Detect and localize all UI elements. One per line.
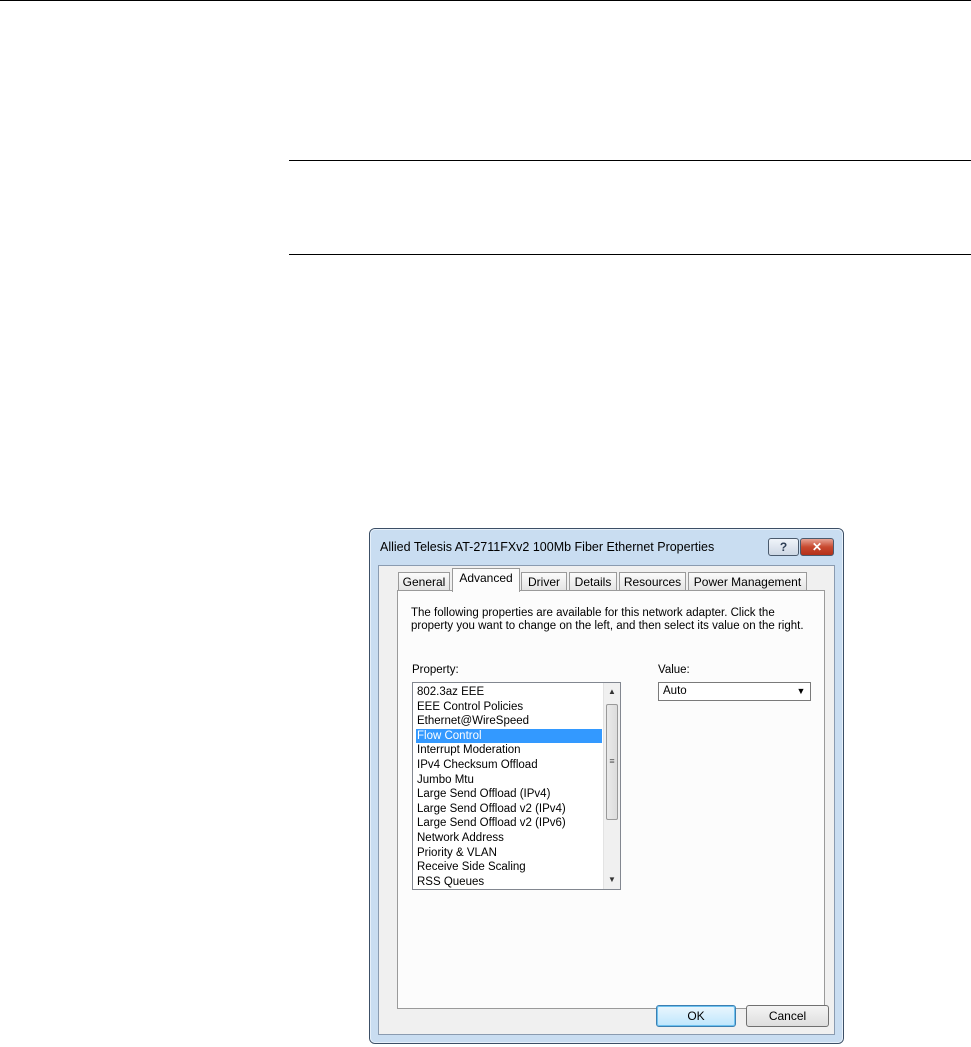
property-label: Property: (412, 664, 459, 676)
list-item[interactable]: Large Send Offload v2 (IPv6) (416, 816, 602, 831)
value-dropdown-selected: Auto (663, 685, 687, 697)
top-page-rule (0, 0, 971, 1)
list-item[interactable]: 802.3az EEE (416, 685, 602, 700)
list-item[interactable]: Receive Side Scaling (416, 860, 602, 875)
scroll-down-arrow-icon[interactable]: ▼ (604, 872, 620, 888)
list-item[interactable]: EEE Control Policies (416, 700, 602, 715)
property-list[interactable]: 802.3az EEE EEE Control Policies Etherne… (412, 682, 621, 890)
tab-resources[interactable]: Resources (619, 572, 686, 591)
list-item[interactable]: IPv4 Checksum Offload (416, 758, 602, 773)
scroll-up-arrow-icon[interactable]: ▲ (604, 684, 620, 700)
scroll-thumb[interactable]: ≡ (606, 704, 618, 820)
tab-power-management[interactable]: Power Management (688, 572, 807, 591)
tab-driver[interactable]: Driver (521, 572, 567, 591)
list-item[interactable]: RSS Queues (416, 875, 602, 889)
list-item[interactable]: Large Send Offload v2 (IPv4) (416, 802, 602, 817)
tab-general[interactable]: General (398, 572, 450, 591)
tab-advanced[interactable]: Advanced (452, 568, 520, 592)
value-label: Value: (658, 664, 690, 676)
help-button[interactable]: ? (768, 538, 799, 556)
properties-dialog: Allied Telesis AT-2711FXv2 100Mb Fiber E… (369, 528, 844, 1044)
help-icon: ? (779, 540, 788, 554)
list-item[interactable]: Large Send Offload (IPv4) (416, 787, 602, 802)
advanced-tab-panel: The following properties are available f… (397, 590, 825, 1009)
chevron-down-icon[interactable]: ▼ (793, 684, 809, 699)
tab-details[interactable]: Details (569, 572, 617, 591)
list-item-selected[interactable]: Flow Control (416, 728, 602, 744)
grip-icon: ≡ (609, 756, 615, 766)
value-dropdown[interactable]: Auto ▼ (658, 682, 811, 701)
list-item[interactable]: Interrupt Moderation (416, 743, 602, 758)
dialog-title: Allied Telesis AT-2711FXv2 100Mb Fiber E… (380, 540, 715, 554)
section-rule-lower (289, 254, 971, 255)
list-item[interactable]: Priority & VLAN (416, 846, 602, 861)
list-item[interactable]: Ethernet@WireSpeed (416, 714, 602, 729)
list-item[interactable]: Network Address (416, 831, 602, 846)
cancel-button[interactable]: Cancel (746, 1005, 829, 1027)
list-item[interactable]: Jumbo Mtu (416, 773, 602, 788)
ok-button[interactable]: OK (656, 1005, 736, 1027)
close-icon: ✕ (811, 540, 823, 554)
vertical-scrollbar[interactable]: ▲ ≡ ▼ (603, 683, 620, 889)
description-text: The following properties are available f… (411, 607, 804, 632)
section-rule-upper (289, 160, 971, 161)
close-button[interactable]: ✕ (800, 538, 834, 556)
